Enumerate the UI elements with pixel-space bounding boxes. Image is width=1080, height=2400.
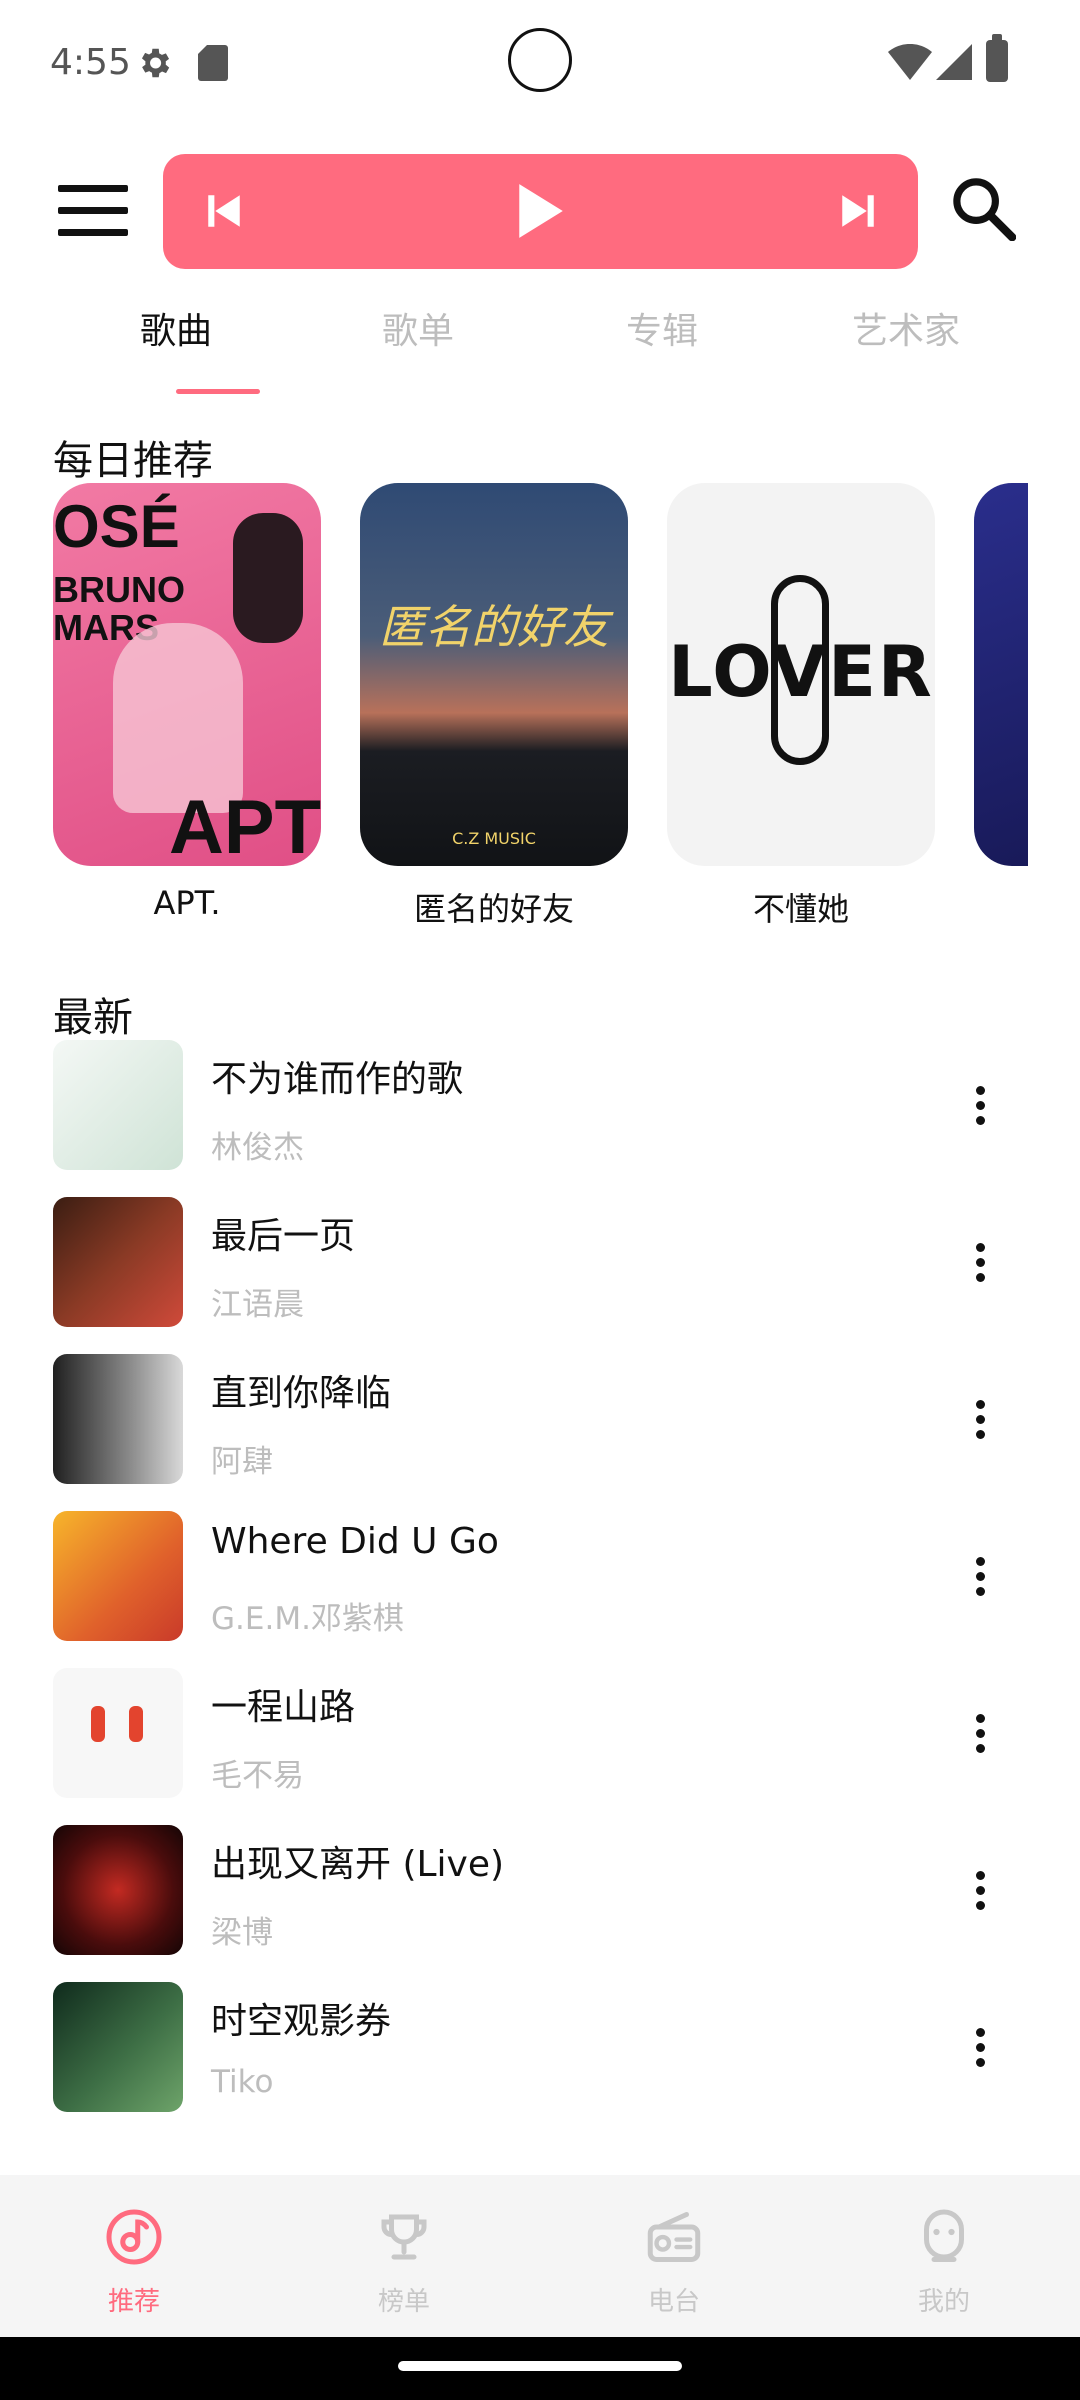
album-cover [974, 483, 1028, 866]
cover-vs-shape [771, 575, 829, 765]
song-artist: 江语晨 [211, 1287, 304, 1323]
song-row[interactable]: Where Did U Go G.E.M.邓紫棋 [53, 1511, 1028, 1641]
more-options-icon[interactable] [973, 1086, 987, 1126]
play-icon[interactable] [515, 182, 565, 240]
more-options-icon[interactable] [973, 2028, 987, 2068]
status-time: 4:55 [50, 42, 131, 83]
category-tabs: 歌曲 歌单 专辑 艺术家 [0, 302, 1080, 392]
status-bar: 4:55 [0, 0, 1080, 130]
song-thumbnail [53, 1825, 183, 1955]
nav-recommend[interactable]: 推荐 [34, 2175, 234, 2318]
nav-label: 推荐 [107, 2287, 160, 2317]
song-thumbnail [53, 1197, 183, 1327]
wifi-icon [888, 44, 932, 80]
song-artist: 林俊杰 [211, 1130, 304, 1166]
skip-next-icon[interactable] [837, 190, 879, 232]
battery-icon [986, 34, 1008, 82]
nav-mine[interactable]: 我的 [844, 2175, 1044, 2318]
cell-signal-icon [936, 44, 972, 80]
song-artist: Tiko [211, 2064, 274, 2100]
settings-gear-icon [141, 48, 170, 78]
song-title: 一程山路 [211, 1687, 356, 1728]
song-thumbnail [53, 1040, 183, 1170]
nav-label: 电台 [647, 2287, 700, 2317]
skip-previous-icon[interactable] [203, 190, 245, 232]
song-row[interactable]: 直到你降临 阿肆 [53, 1354, 1028, 1484]
nav-label: 榜单 [377, 2287, 430, 2317]
song-row[interactable]: 不为谁而作的歌 林俊杰 [53, 1040, 1028, 1170]
song-title: Where Did U Go [211, 1521, 499, 1562]
song-artist: 阿肆 [211, 1444, 273, 1480]
recommend-card[interactable] [974, 483, 1028, 866]
song-title: 时空观影券 [211, 2001, 392, 2042]
latest-title: 最新 [53, 995, 133, 1041]
song-artist: 梁博 [211, 1915, 273, 1951]
home-indicator[interactable] [398, 2361, 682, 2371]
song-artist: 毛不易 [211, 1758, 304, 1794]
mini-player [163, 154, 918, 269]
album-cover: 匿名的好友 C.Z MUSIC [360, 483, 628, 866]
music-note-icon [106, 2209, 162, 2265]
nav-charts[interactable]: 榜单 [304, 2175, 504, 2318]
song-row[interactable]: 一程山路 毛不易 [53, 1668, 1028, 1798]
cover-title-text: 匿名的好友 [379, 600, 609, 654]
cover-text-rose: OSÉ [53, 493, 180, 560]
recommend-song-name: 不懂她 [752, 890, 849, 928]
more-options-icon[interactable] [973, 1714, 987, 1754]
tab-songs[interactable]: 歌曲 [96, 302, 256, 354]
song-row[interactable]: 时空观影券 Tiko [53, 1982, 1028, 2112]
search-icon[interactable] [950, 175, 1016, 241]
daily-recommend-list: OSÉ BRUNO MARS APT APT. 匿名的好友 C.Z MUSIC 匿… [53, 483, 1028, 933]
tab-albums[interactable]: 专辑 [582, 302, 742, 354]
album-cover: OSÉ BRUNO MARS APT [53, 483, 321, 866]
song-thumbnail [53, 1511, 183, 1641]
song-title: 直到你降临 [211, 1373, 392, 1414]
song-artist: G.E.M.邓紫棋 [211, 1601, 404, 1637]
more-options-icon[interactable] [973, 1557, 987, 1597]
radio-icon [647, 2212, 701, 2262]
cover-figure-2 [233, 513, 303, 643]
song-title: 最后一页 [211, 1216, 356, 1257]
song-thumbnail [53, 1668, 183, 1798]
song-thumbnail [53, 1982, 183, 2112]
menu-icon[interactable] [58, 185, 128, 237]
person-icon [924, 2209, 964, 2262]
recommend-song-name: 匿名的好友 [413, 890, 574, 928]
song-row[interactable]: 出现又离开 (Live) 梁博 [53, 1825, 1028, 1955]
daily-recommend-title: 每日推荐 [53, 438, 213, 484]
nav-radio[interactable]: 电台 [574, 2175, 774, 2318]
sd-card-icon [198, 45, 228, 81]
trophy-icon [381, 2214, 427, 2260]
more-options-icon[interactable] [973, 1871, 987, 1911]
active-tab-indicator [176, 389, 260, 394]
tab-artists[interactable]: 艺术家 [826, 302, 986, 354]
bottom-navigation: 推荐 榜单 电台 我的 [0, 2175, 1080, 2337]
song-title: 不为谁而作的歌 [211, 1059, 464, 1100]
recommend-card[interactable]: 匿名的好友 C.Z MUSIC 匿名的好友 [360, 483, 628, 930]
recommend-card[interactable]: LOVER 不懂她 [667, 483, 935, 930]
song-title: 出现又离开 (Live) [211, 1844, 505, 1885]
song-row[interactable]: 最后一页 江语晨 [53, 1197, 1028, 1327]
more-options-icon[interactable] [973, 1243, 987, 1283]
recommend-song-name: APT. [153, 884, 221, 922]
cover-text-apt: APT [169, 785, 321, 866]
recommend-card[interactable]: OSÉ BRUNO MARS APT APT. [53, 483, 321, 922]
camera-cutout [508, 28, 572, 92]
cover-label-text: C.Z MUSIC [452, 829, 536, 848]
song-thumbnail [53, 1354, 183, 1484]
more-options-icon[interactable] [973, 1400, 987, 1440]
nav-label: 我的 [917, 2287, 970, 2317]
tab-playlists[interactable]: 歌单 [338, 302, 498, 354]
album-cover: LOVER [667, 483, 935, 866]
gesture-bar [0, 2337, 1080, 2400]
